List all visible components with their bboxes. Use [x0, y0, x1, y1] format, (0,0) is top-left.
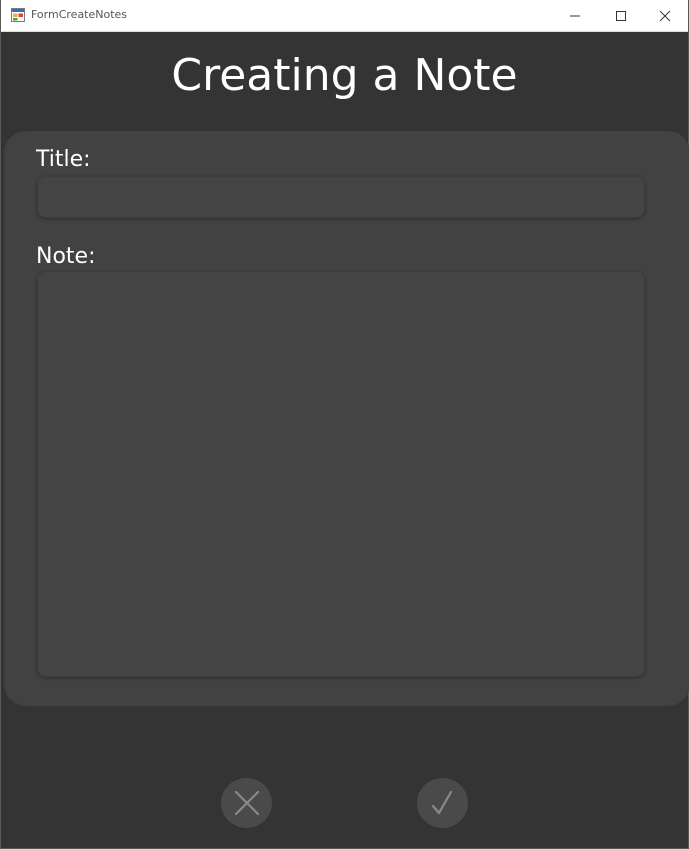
- confirm-button[interactable]: [417, 778, 468, 828]
- minimize-icon: [570, 15, 580, 16]
- x-icon: [234, 790, 259, 816]
- maximize-button[interactable]: [598, 0, 644, 31]
- form-create-notes-window: FormCreateNotes Creating a Note Title: N…: [0, 0, 689, 849]
- note-form-panel: Title: Note:: [4, 131, 689, 706]
- minimize-button[interactable]: [552, 0, 598, 31]
- note-textarea[interactable]: [37, 271, 645, 677]
- checkmark-icon: [431, 790, 452, 815]
- title-label: Title:: [36, 147, 91, 172]
- close-button[interactable]: [642, 0, 688, 31]
- window-titlebar[interactable]: FormCreateNotes: [1, 0, 688, 32]
- window-title: FormCreateNotes: [31, 8, 128, 21]
- page-title: Creating a Note: [171, 50, 518, 101]
- maximize-icon: [616, 10, 626, 21]
- close-icon: [659, 10, 671, 21]
- app-form-icon: [11, 8, 25, 22]
- cancel-button[interactable]: [221, 778, 272, 828]
- title-input[interactable]: [37, 176, 645, 218]
- note-label: Note:: [36, 244, 96, 269]
